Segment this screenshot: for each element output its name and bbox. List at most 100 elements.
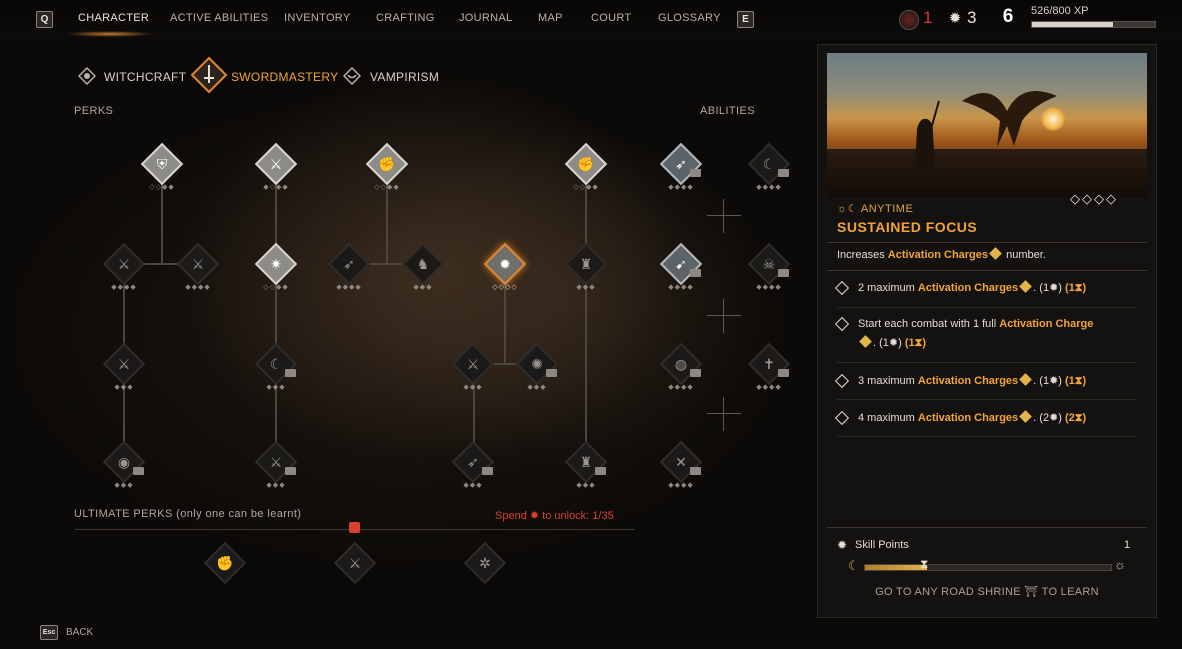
perk-node-armor[interactable]: ♜ ◆◆◆ xyxy=(564,242,608,291)
timing-icon: ☼☾ xyxy=(837,203,858,215)
blood-resource-icon xyxy=(899,10,919,30)
perk-node-blade-burst[interactable]: ✷ ◇◇◆◆ xyxy=(254,242,298,291)
activation-charge-icon xyxy=(1019,410,1033,423)
perk-node-wing[interactable]: ➶ ◆◆◆◆ xyxy=(327,242,371,291)
skill-point-icon: ✹) xyxy=(1049,375,1062,387)
hourglass-icon: ⧗) xyxy=(914,337,927,349)
perk-node-arc[interactable]: ☾ ◆◆◆ xyxy=(254,342,298,391)
skill-point-icon: ✹ xyxy=(837,538,848,552)
spend-prefix: Spend xyxy=(495,510,527,522)
perk-node-shield[interactable]: ⛨ ◇◇◆◆ xyxy=(140,142,184,191)
ability-node-lunge[interactable]: ➹ ◆◆◆◆ xyxy=(659,242,703,291)
activation-charge-icon xyxy=(989,247,1002,260)
skill-points-value: 1 xyxy=(1124,539,1131,551)
tab-map[interactable]: MAP xyxy=(538,12,563,24)
back-button[interactable]: BACK xyxy=(66,627,93,638)
witchcraft-icon xyxy=(78,67,96,85)
timing-text: ANYTIME xyxy=(860,203,914,215)
skill-tab-witchcraft[interactable]: WITCHCRAFT xyxy=(104,70,186,84)
prev-tab-key[interactable]: Q xyxy=(36,11,53,28)
perk-node-strength[interactable]: ✊ ◇◇◆◆ xyxy=(365,142,409,191)
perk-node-triple-blade[interactable]: ⚔ ◆◆◆ xyxy=(451,342,495,391)
tab-glossary[interactable]: GLOSSARY xyxy=(658,12,721,24)
rank-diamond xyxy=(834,373,850,389)
ability-node-rune[interactable]: ✕ ◆◆◆◆ xyxy=(659,440,703,489)
empty-ability-slot xyxy=(707,199,741,233)
ability-node-beast[interactable]: ☠ ◆◆◆◆ xyxy=(747,242,791,291)
perk-node-helm[interactable]: ♜ ◆◆◆ xyxy=(564,440,608,489)
ultimate-perks-heading: ULTIMATE PERKS (only one can be learnt) xyxy=(74,508,302,520)
ability-node-orb[interactable]: ◍ ◆◆◆◆ xyxy=(659,342,703,391)
rank-time: (2 xyxy=(1065,412,1075,424)
perk-node-eye[interactable]: ◉ ◆◆◆ xyxy=(102,440,146,489)
skill-tab-vampirism[interactable]: VAMPIRISM xyxy=(370,70,439,84)
ability-node-slash-wave[interactable]: ➶ ◆◆◆◆ xyxy=(659,142,703,191)
divider xyxy=(837,436,1137,437)
perk-node-charge[interactable]: ♞ ◆◆◆ xyxy=(401,242,445,291)
hourglass-icon: ⧗) xyxy=(1074,282,1087,294)
ability-node-crescent[interactable]: ☾ ◆◆◆◆ xyxy=(747,142,791,191)
shrine-text: GO TO ANY ROAD SHRINE xyxy=(875,586,1021,598)
ultimate-perk-fist[interactable]: ✊ xyxy=(203,541,247,585)
rank-time: (1 xyxy=(1065,375,1075,387)
perk-node-fist[interactable]: ✊ ◇◇◆◆ xyxy=(564,142,608,191)
perk-node-sustained-focus[interactable]: ✹ ◇◇◇◇ xyxy=(483,242,527,291)
desc-prefix: Increases xyxy=(837,249,885,261)
connector-line xyxy=(161,182,163,264)
connector-line xyxy=(386,182,388,264)
activation-charge-icon xyxy=(1019,373,1033,386)
skill-point-icon: ✹ xyxy=(948,10,962,27)
ability-node-dagger[interactable]: ✝ ◆◆◆◆ xyxy=(747,342,791,391)
divider xyxy=(827,270,1147,271)
tab-inventory[interactable]: INVENTORY xyxy=(284,12,350,24)
perk-node-sword-strike[interactable]: ⚔ ◆◇◆◆ xyxy=(254,142,298,191)
divider xyxy=(837,362,1137,363)
warrior-silhouette xyxy=(915,100,940,169)
tab-court[interactable]: COURT xyxy=(591,12,631,24)
skill-point-icon: ✹) xyxy=(888,337,902,349)
perk-node-slashes[interactable]: ⚔ ◆◆◆◆ xyxy=(102,242,146,291)
tab-crafting[interactable]: CRAFTING xyxy=(376,12,435,24)
esc-key[interactable]: Esc xyxy=(40,625,58,640)
perk-node-target[interactable]: ✺ ◆◆◆ xyxy=(515,342,559,391)
rank-time: (1 xyxy=(1065,282,1075,294)
skill-tab-swordmastery[interactable]: SWORDMASTERY xyxy=(231,70,338,84)
perk-node-swoop[interactable]: ➶ ◆◆◆ xyxy=(451,440,495,489)
perk-node-sword-down[interactable]: ⚔ ◆◆◆ xyxy=(254,440,298,489)
rank-cost: (1 xyxy=(879,337,889,349)
perk-title: SUSTAINED FOCUS xyxy=(837,219,978,235)
rank-diamond xyxy=(834,280,850,296)
ultimate-perk-sword[interactable]: ⚔ xyxy=(333,541,377,585)
day-night-bar xyxy=(864,564,1112,571)
next-tab-key[interactable]: E xyxy=(737,11,754,28)
timing-label: ☼☾ ANYTIME xyxy=(837,202,913,215)
divider xyxy=(827,242,1147,243)
rank-cost: (2 xyxy=(1039,412,1050,424)
perk-detail-panel: ◇◇◇◇ ☼☾ ANYTIME SUSTAINED FOCUS Increase… xyxy=(817,44,1157,618)
skill-points-label: Skill Points xyxy=(855,539,909,551)
rank-keyword: Activation Charge xyxy=(999,318,1094,330)
perk-node-crossed-swords[interactable]: ⚔ ◆◆◆◆ xyxy=(176,242,220,291)
divider xyxy=(827,527,1147,528)
perk-description: Increases Activation Charges number. xyxy=(837,247,1046,261)
desc-suffix: number. xyxy=(1006,249,1046,261)
rank-keyword: Activation Charges xyxy=(917,412,1019,424)
perk-node-sword-slash[interactable]: ⚔ ◆◆◆ xyxy=(102,342,146,391)
griffin-silhouette xyxy=(962,91,1057,147)
rank-text: 3 maximum xyxy=(858,375,915,387)
rank-diamonds: ◇◇◇◇ xyxy=(1070,191,1118,206)
hourglass-icon: ⧗ xyxy=(920,557,929,571)
ultimate-perk-star[interactable]: ✲ xyxy=(463,541,507,585)
tab-journal[interactable]: JOURNAL xyxy=(459,12,512,24)
xp-progress-fill xyxy=(1032,22,1113,27)
activation-charge-icon xyxy=(859,335,872,348)
shrine-suffix: TO LEARN xyxy=(1041,586,1099,598)
tab-active-abilities[interactable]: ACTIVE ABILITIES xyxy=(170,12,268,24)
perks-heading: PERKS xyxy=(74,105,114,117)
spend-to-unlock-text: Spend ✹ to unlock: 1/35 xyxy=(495,509,614,522)
rank-time: (1 xyxy=(904,337,915,349)
tab-character[interactable]: CHARACTER xyxy=(78,12,149,24)
moon-icon: ☾ xyxy=(848,558,860,573)
desc-keyword: Activation Charges xyxy=(887,249,989,261)
active-tab-glow xyxy=(66,31,154,37)
